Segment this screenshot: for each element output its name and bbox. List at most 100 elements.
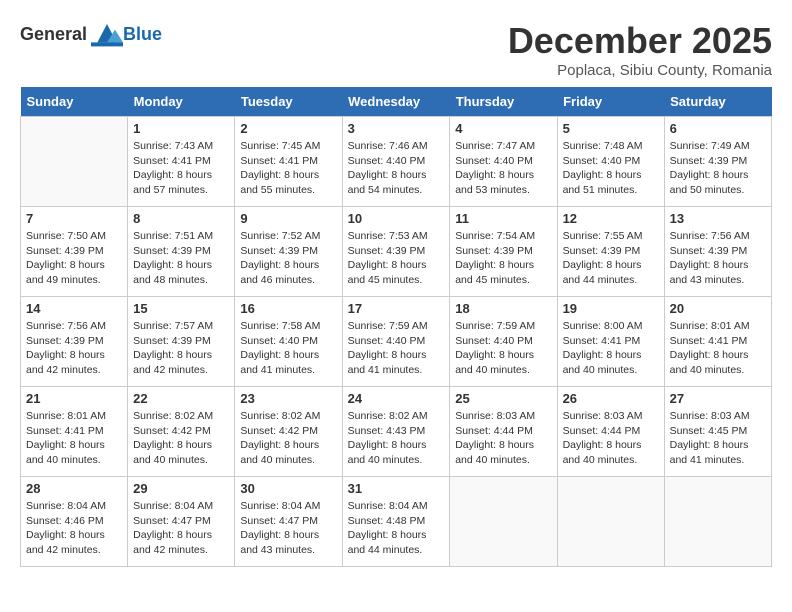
calendar-cell: 25Sunrise: 8:03 AM Sunset: 4:44 PM Dayli… (450, 387, 557, 477)
calendar-cell (450, 477, 557, 567)
weekday-header-tuesday: Tuesday (235, 87, 342, 117)
day-number: 22 (133, 391, 229, 406)
calendar-cell: 13 Sunrise: 7:56 AM Sunset: 4:39 PM Dayli… (664, 207, 771, 297)
calendar-cell: 5 Sunrise: 7:48 AM Sunset: 4:40 PM Daylig… (557, 117, 664, 207)
calendar-cell: 26Sunrise: 8:03 AM Sunset: 4:44 PM Dayli… (557, 387, 664, 477)
calendar-cell: 22 Sunrise: 8:02 AM Sunset: 4:42 PM Dayli… (128, 387, 235, 477)
weekday-header-row: SundayMondayTuesdayWednesdayThursdayFrid… (21, 87, 772, 117)
week-row-1: 1 Sunrise: 7:43 AM Sunset: 4:41 PM Daylig… (21, 117, 772, 207)
day-number: 8 (133, 211, 229, 226)
calendar-cell (21, 117, 128, 207)
day-number: 3 (348, 121, 445, 136)
weekday-header-thursday: Thursday (450, 87, 557, 117)
calendar-cell: 19 Sunrise: 8:00 AM Sunset: 4:41 PM Dayli… (557, 297, 664, 387)
day-number: 5 (563, 121, 659, 136)
calendar-table: SundayMondayTuesdayWednesdayThursdayFrid… (20, 87, 772, 567)
day-detail: Sunrise: 8:01 AM Sunset: 4:41 PM Dayligh… (26, 409, 122, 468)
week-row-5: 28 Sunrise: 8:04 AM Sunset: 4:46 PM Dayli… (21, 477, 772, 567)
day-detail: Sunrise: 7:53 AM Sunset: 4:39 PM Dayligh… (348, 229, 445, 288)
calendar-cell: 11Sunrise: 7:54 AM Sunset: 4:39 PM Dayli… (450, 207, 557, 297)
day-number: 6 (670, 121, 766, 136)
day-detail: Sunrise: 8:03 AM Sunset: 4:44 PM Dayligh… (563, 409, 659, 468)
day-number: 9 (240, 211, 336, 226)
calendar-cell: 31Sunrise: 8:04 AM Sunset: 4:48 PM Dayli… (342, 477, 450, 567)
calendar-cell: 7Sunrise: 7:50 AM Sunset: 4:39 PM Daylig… (21, 207, 128, 297)
day-detail: Sunrise: 8:01 AM Sunset: 4:41 PM Dayligh… (670, 319, 766, 378)
day-number: 28 (26, 481, 122, 496)
calendar-cell: 6 Sunrise: 7:49 AM Sunset: 4:39 PM Daylig… (664, 117, 771, 207)
calendar-cell: 12 Sunrise: 7:55 AM Sunset: 4:39 PM Dayli… (557, 207, 664, 297)
day-detail: Sunrise: 7:59 AM Sunset: 4:40 PM Dayligh… (455, 319, 551, 378)
day-number: 31 (348, 481, 445, 496)
day-detail: Sunrise: 8:03 AM Sunset: 4:45 PM Dayligh… (670, 409, 766, 468)
day-number: 10 (348, 211, 445, 226)
calendar-cell: 24 Sunrise: 8:02 AM Sunset: 4:43 PM Dayli… (342, 387, 450, 477)
calendar-cell (557, 477, 664, 567)
day-number: 1 (133, 121, 229, 136)
weekday-header-friday: Friday (557, 87, 664, 117)
calendar-cell (664, 477, 771, 567)
calendar-cell: 1 Sunrise: 7:43 AM Sunset: 4:41 PM Daylig… (128, 117, 235, 207)
weekday-header-monday: Monday (128, 87, 235, 117)
day-detail: Sunrise: 7:46 AM Sunset: 4:40 PM Dayligh… (348, 139, 445, 198)
week-row-4: 21 Sunrise: 8:01 AM Sunset: 4:41 PM Dayli… (21, 387, 772, 477)
calendar-cell: 8 Sunrise: 7:51 AM Sunset: 4:39 PM Daylig… (128, 207, 235, 297)
week-row-2: 7Sunrise: 7:50 AM Sunset: 4:39 PM Daylig… (21, 207, 772, 297)
day-number: 19 (563, 301, 659, 316)
day-detail: Sunrise: 8:02 AM Sunset: 4:42 PM Dayligh… (240, 409, 336, 468)
day-number: 14 (26, 301, 122, 316)
calendar-cell: 14 Sunrise: 7:56 AM Sunset: 4:39 PM Dayli… (21, 297, 128, 387)
day-detail: Sunrise: 8:03 AM Sunset: 4:44 PM Dayligh… (455, 409, 551, 468)
day-number: 4 (455, 121, 551, 136)
logo: General Blue (20, 20, 162, 48)
day-detail: Sunrise: 7:57 AM Sunset: 4:39 PM Dayligh… (133, 319, 229, 378)
logo-icon (91, 20, 123, 48)
day-detail: Sunrise: 8:04 AM Sunset: 4:47 PM Dayligh… (133, 499, 229, 558)
day-detail: Sunrise: 7:55 AM Sunset: 4:39 PM Dayligh… (563, 229, 659, 288)
calendar-cell: 27Sunrise: 8:03 AM Sunset: 4:45 PM Dayli… (664, 387, 771, 477)
day-detail: Sunrise: 7:52 AM Sunset: 4:39 PM Dayligh… (240, 229, 336, 288)
day-number: 24 (348, 391, 445, 406)
day-number: 30 (240, 481, 336, 496)
day-detail: Sunrise: 7:59 AM Sunset: 4:40 PM Dayligh… (348, 319, 445, 378)
day-detail: Sunrise: 7:48 AM Sunset: 4:40 PM Dayligh… (563, 139, 659, 198)
month-year-title: December 2025 (508, 20, 772, 62)
day-number: 20 (670, 301, 766, 316)
day-detail: Sunrise: 7:51 AM Sunset: 4:39 PM Dayligh… (133, 229, 229, 288)
day-detail: Sunrise: 8:02 AM Sunset: 4:42 PM Dayligh… (133, 409, 229, 468)
calendar-cell: 21 Sunrise: 8:01 AM Sunset: 4:41 PM Dayli… (21, 387, 128, 477)
weekday-header-wednesday: Wednesday (342, 87, 450, 117)
calendar-cell: 4 Sunrise: 7:47 AM Sunset: 4:40 PM Daylig… (450, 117, 557, 207)
day-number: 2 (240, 121, 336, 136)
calendar-cell: 16Sunrise: 7:58 AM Sunset: 4:40 PM Dayli… (235, 297, 342, 387)
day-number: 12 (563, 211, 659, 226)
day-detail: Sunrise: 8:04 AM Sunset: 4:46 PM Dayligh… (26, 499, 122, 558)
day-number: 13 (670, 211, 766, 226)
title-block: December 2025 Poplaca, Sibiu County, Rom… (508, 20, 772, 79)
calendar-cell: 2Sunrise: 7:45 AM Sunset: 4:41 PM Daylig… (235, 117, 342, 207)
day-number: 23 (240, 391, 336, 406)
day-number: 18 (455, 301, 551, 316)
day-number: 21 (26, 391, 122, 406)
calendar-cell: 30Sunrise: 8:04 AM Sunset: 4:47 PM Dayli… (235, 477, 342, 567)
calendar-cell: 15Sunrise: 7:57 AM Sunset: 4:39 PM Dayli… (128, 297, 235, 387)
day-detail: Sunrise: 7:54 AM Sunset: 4:39 PM Dayligh… (455, 229, 551, 288)
day-detail: Sunrise: 7:56 AM Sunset: 4:39 PM Dayligh… (26, 319, 122, 378)
day-detail: Sunrise: 7:50 AM Sunset: 4:39 PM Dayligh… (26, 229, 122, 288)
day-detail: Sunrise: 7:47 AM Sunset: 4:40 PM Dayligh… (455, 139, 551, 198)
day-detail: Sunrise: 7:56 AM Sunset: 4:39 PM Dayligh… (670, 229, 766, 288)
day-detail: Sunrise: 7:43 AM Sunset: 4:41 PM Dayligh… (133, 139, 229, 198)
page-header: General Blue December 2025 Poplaca, Sibi… (20, 20, 772, 79)
calendar-cell: 29Sunrise: 8:04 AM Sunset: 4:47 PM Dayli… (128, 477, 235, 567)
calendar-cell: 23 Sunrise: 8:02 AM Sunset: 4:42 PM Dayli… (235, 387, 342, 477)
day-detail: Sunrise: 8:02 AM Sunset: 4:43 PM Dayligh… (348, 409, 445, 468)
day-detail: Sunrise: 8:00 AM Sunset: 4:41 PM Dayligh… (563, 319, 659, 378)
weekday-header-sunday: Sunday (21, 87, 128, 117)
day-detail: Sunrise: 7:58 AM Sunset: 4:40 PM Dayligh… (240, 319, 336, 378)
calendar-cell: 28 Sunrise: 8:04 AM Sunset: 4:46 PM Dayli… (21, 477, 128, 567)
week-row-3: 14 Sunrise: 7:56 AM Sunset: 4:39 PM Dayli… (21, 297, 772, 387)
day-detail: Sunrise: 7:49 AM Sunset: 4:39 PM Dayligh… (670, 139, 766, 198)
location-subtitle: Poplaca, Sibiu County, Romania (508, 62, 772, 79)
weekday-header-saturday: Saturday (664, 87, 771, 117)
logo-general-text: General (20, 24, 87, 45)
